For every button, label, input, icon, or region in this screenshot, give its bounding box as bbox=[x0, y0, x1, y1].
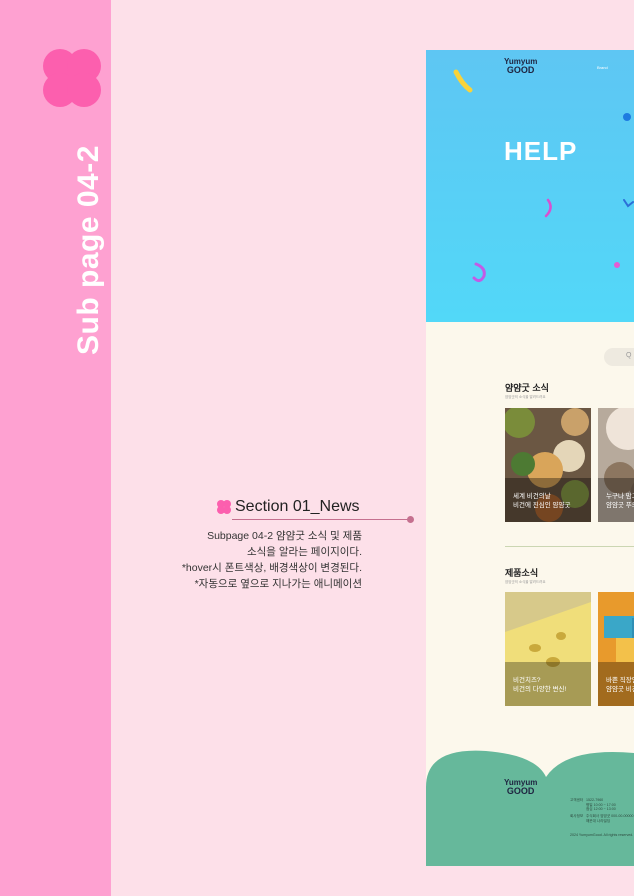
product-section-title: 제품소식 bbox=[505, 568, 539, 578]
news-section-title: 얌얌굿 소식 bbox=[505, 383, 549, 393]
pink-curve-icon bbox=[544, 198, 552, 218]
caption-line: 바쁜 직장인 bbox=[606, 677, 634, 684]
product-card[interactable]: 바쁜 직장인 얌얌굿 비건 bbox=[598, 592, 634, 706]
description-line: *자동으로 옆으로 지나가는 애니메이션 bbox=[194, 578, 362, 590]
page-preview: Yumyum GOOD Brand HELP Q 얌얌굿 소식 얌얌굿의 소식을… bbox=[426, 50, 634, 866]
search-label: Q bbox=[626, 352, 632, 359]
product-card-caption: 바쁜 직장인 얌얌굿 비건 bbox=[606, 676, 634, 694]
product-card[interactable]: 비건치즈? 비건의 다양한 변신! bbox=[505, 592, 591, 706]
description-line: 소식을 알라는 페이지이다. bbox=[246, 546, 362, 558]
footer-company-info: 주식회사 얌얌굿 000-00-00000 해운대 나라빌딩 bbox=[586, 814, 634, 823]
section-flower-icon bbox=[217, 500, 231, 514]
footer-copyright: 2024 YumyumGood. All rights reserved. bbox=[570, 833, 634, 837]
news-card-caption: 세계 비건의날 비건에 진심인 얌얌굿 bbox=[513, 492, 570, 510]
description-line: *hover시 폰트색상, 배경색상이 변경된다. bbox=[181, 562, 362, 574]
sidebar: Sub page 04-2 bbox=[0, 0, 111, 896]
product-card-caption: 비건치즈? 비건의 다양한 변신! bbox=[513, 676, 566, 694]
pink-dot-icon bbox=[614, 262, 620, 268]
section-description: Subpage 04-2 얌얌굿 소식 및 제품 소식을 알라는 페이지이다. … bbox=[160, 528, 362, 592]
logo-text-bottom: GOOD bbox=[506, 65, 535, 75]
caption-line: 비건치즈? bbox=[513, 677, 541, 684]
caption-line: 누구나 맘고 bbox=[606, 493, 634, 500]
footer-contact-label: 고객센터 bbox=[570, 798, 584, 802]
news-card[interactable]: 누구나 맘고 얌얌굿 푸드 bbox=[598, 408, 634, 522]
yellow-squiggle-icon bbox=[453, 69, 473, 93]
footer-company-label: 회사정보 bbox=[570, 814, 584, 818]
sidebar-title-wrap: Sub page 04-2 bbox=[0, 0, 111, 896]
news-card[interactable]: 세계 비건의날 비건에 진심인 얌얌굿 bbox=[505, 408, 591, 522]
brand-logo[interactable]: Yumyum GOOD bbox=[504, 58, 537, 75]
footer-logo[interactable]: Yumyum GOOD bbox=[504, 779, 537, 796]
hero-title: HELP bbox=[504, 136, 578, 166]
footer-company-line: 해운대 나라빌딩 bbox=[586, 818, 611, 823]
news-section-subtitle: 얌얌굿의 소식을 알려드려요 bbox=[505, 395, 546, 399]
product-section-subtitle: 얌얌굿의 소식을 알려드려요 bbox=[505, 580, 546, 584]
caption-line: 비건에 진심인 얌얌굿 bbox=[513, 502, 571, 509]
footer-company-line: 주식회사 얌얌굿 000-00-00000 bbox=[586, 814, 634, 818]
blue-tick-icon bbox=[623, 199, 634, 208]
nav-item-brand[interactable]: Brand bbox=[597, 65, 608, 70]
purple-hook-icon bbox=[472, 262, 486, 283]
section-title: Section 01_News bbox=[235, 498, 360, 515]
caption-line: 얌얌굿 비건 bbox=[606, 686, 634, 693]
footer-contact-info: 1522-7960 평일 10:00 ~ 17:00 점심 12:00 ~ 13… bbox=[586, 798, 616, 812]
search-input[interactable]: Q bbox=[604, 348, 634, 366]
section-underline-dot bbox=[407, 516, 414, 523]
hero-banner: Yumyum GOOD Brand HELP bbox=[426, 50, 634, 322]
footer-contact-line: 점심 12:00 ~ 13:00 bbox=[586, 807, 616, 811]
news-card-caption: 누구나 맘고 얌얌굿 푸드 bbox=[606, 492, 634, 510]
section-divider bbox=[505, 546, 634, 547]
caption-line: 얌얌굿 푸드 bbox=[606, 502, 634, 509]
section-heading: Section 01_News bbox=[217, 498, 360, 516]
blue-ball-icon bbox=[623, 113, 631, 121]
caption-line: 비건의 다양한 변신! bbox=[513, 686, 567, 693]
description-line: Subpage 04-2 얌얌굿 소식 및 제품 bbox=[207, 530, 362, 542]
section-underline bbox=[232, 519, 410, 520]
footer-logo-bottom: GOOD bbox=[506, 786, 535, 796]
sidebar-title: Sub page 04-2 bbox=[72, 145, 105, 355]
caption-line: 세계 비건의날 bbox=[513, 493, 551, 500]
